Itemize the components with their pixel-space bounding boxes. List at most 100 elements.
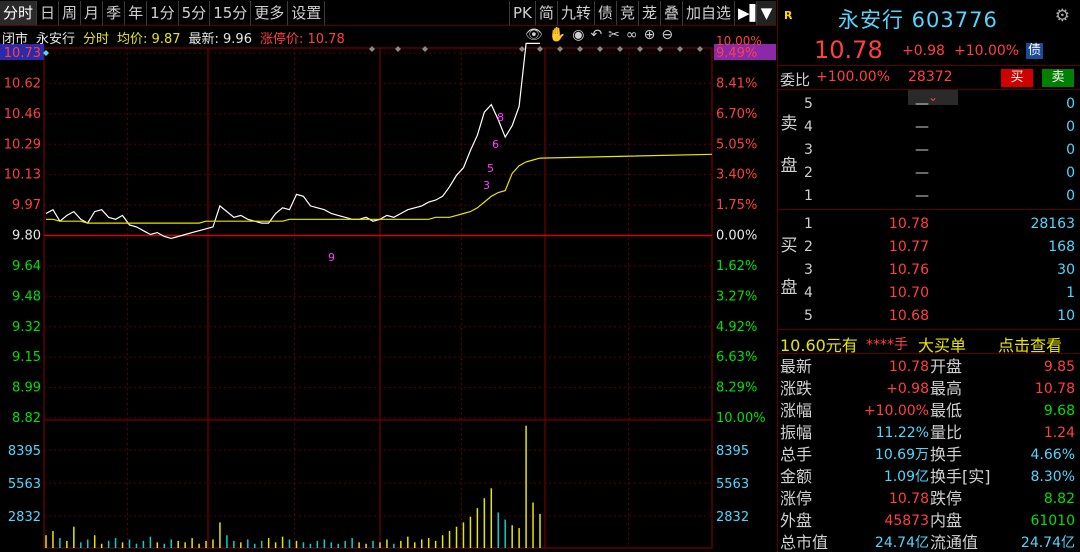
ask-price: —	[915, 119, 929, 135]
signal-marker: 3	[483, 179, 490, 192]
bid-qty: 10	[1057, 308, 1075, 324]
period-tab-0[interactable]: 分时	[0, 0, 38, 25]
pct-tick-label: 9.49%	[716, 46, 757, 61]
period-tab-1[interactable]: 日	[37, 0, 60, 25]
period-tab-3[interactable]: 月	[81, 0, 104, 25]
zoom-out-icon[interactable]: ⊖	[661, 27, 673, 47]
dropdown-icon[interactable]: ▼	[756, 1, 776, 25]
pct-tick-label: 3.40%	[716, 168, 757, 183]
ask-level: 1	[804, 188, 813, 204]
ask-qty: 0	[1066, 96, 1075, 112]
period-tab-5[interactable]: 年	[125, 0, 148, 25]
eye-icon[interactable]: 👁	[525, 27, 543, 47]
toolbar-right-button-5[interactable]: 茏	[637, 1, 660, 25]
bid-row[interactable]: 5 10.68 10	[804, 305, 1079, 328]
toolbar-right-button-2[interactable]: 九转	[556, 1, 594, 25]
ask-level: 3	[804, 142, 813, 158]
stock-title: 永安行 603776	[838, 8, 998, 32]
event-diamond-icon[interactable]	[697, 46, 703, 52]
price-tick-label: 10.73	[4, 46, 41, 61]
stat-value: 4.66%	[1030, 447, 1075, 463]
event-diamond-icon[interactable]	[395, 46, 401, 52]
event-diamond-icon[interactable]	[369, 46, 375, 52]
intraday-chart[interactable]: 10.62 8.41% 10.46 6.70% 10.29 5.05% 10.13 3.40%…	[0, 26, 778, 552]
stat-value: 10.78	[888, 491, 929, 507]
stat-value: 1.09亿	[883, 469, 929, 485]
price-tick-label: 8.82	[12, 411, 41, 426]
play-icon[interactable]: ▶▌	[734, 1, 761, 25]
bid-row[interactable]: 4 10.70 1	[804, 282, 1079, 305]
ask-level: 4	[804, 119, 813, 135]
stat-label: 跌停	[930, 489, 963, 508]
ask-row[interactable]: 1 — 0	[804, 185, 1079, 208]
event-diamond-icon[interactable]	[422, 46, 428, 52]
period-tab-6[interactable]: 1分	[147, 0, 179, 25]
play-circle-icon[interactable]: ◉	[572, 27, 584, 47]
toolbar-right-button-7[interactable]: 加自选	[681, 1, 734, 25]
bid-level: 1	[804, 216, 813, 232]
toolbar-right-button-6[interactable]: 叠	[659, 1, 682, 25]
stat-value: 45873	[884, 513, 929, 529]
period-tab-2[interactable]: 周	[59, 0, 82, 25]
stats-row: 总市值 24.74亿 流通值 24.74亿	[778, 532, 1080, 552]
ask-row[interactable]: 5 — 0	[804, 93, 1079, 116]
scissors-icon[interactable]: ✂	[608, 27, 620, 47]
chart-frame	[43, 47, 713, 549]
period-tab-4[interactable]: 季	[103, 0, 126, 25]
toolbar-right-button-3[interactable]: 债	[593, 1, 616, 25]
stat-label: 振幅	[780, 423, 813, 442]
bid-qty: 28163	[1030, 216, 1075, 232]
bid-row[interactable]: 1 10.78 28163	[804, 213, 1079, 236]
stats-row: 最新 10.78 开盘 9.85	[778, 356, 1080, 378]
period-tab-8[interactable]: 15分	[210, 0, 252, 25]
ask-row[interactable]: 3 — 0	[804, 139, 1079, 162]
app-root: 分时日周月季年 1分 5分 15分 更多 设置 PK 简九转债竞茏叠加自选 ▶▌ ▼ 10.62 8…	[0, 0, 1080, 552]
period-tab-7[interactable]: 5分	[179, 0, 211, 25]
stat-value: 10.69万	[874, 447, 929, 463]
stat-label: 金额	[780, 467, 813, 486]
vol-tick-label: 8395	[8, 444, 41, 459]
event-diamond-icon[interactable]	[677, 46, 683, 52]
toolbar-right-button-4[interactable]: 竞	[615, 1, 638, 25]
ask-row[interactable]: 2 — 0	[804, 162, 1079, 185]
stat-value: 11.22%	[875, 425, 929, 441]
price-change-pct: +10.00%	[954, 43, 1020, 59]
toolbar-right-button-0[interactable]: PK	[509, 1, 535, 25]
undo-icon[interactable]: ↶	[590, 27, 602, 47]
sell-button[interactable]: 卖	[1042, 69, 1074, 87]
big-order-link[interactable]: 点击查看	[998, 332, 1062, 356]
hand-icon[interactable]: ✋	[549, 27, 566, 47]
stats-row: 振幅 11.22% 量比 1.24	[778, 422, 1080, 444]
quote-panel: R 永安行 603776 ⚙ 10.78 +0.98 +10.00% 债 委比 …	[777, 0, 1080, 552]
sell-side-label-2: 盘	[780, 156, 798, 176]
stats-row: 金额 1.09亿 换手[实] 8.30%	[778, 466, 1080, 488]
buy-button[interactable]: 买	[1001, 69, 1033, 87]
ask-row[interactable]: 4 — 0	[804, 116, 1079, 139]
toolbar-right-button-1[interactable]: 简	[534, 1, 557, 25]
current-price: 10.78	[814, 36, 883, 64]
stat-label: 最高	[930, 379, 963, 398]
stat-value: 10.78	[1034, 381, 1075, 397]
bid-qty: 30	[1057, 262, 1075, 278]
bid-price: 10.68	[888, 308, 929, 324]
settings-gear-icon[interactable]: ⚙	[1055, 6, 1070, 26]
bid-level: 5	[804, 308, 813, 324]
toolbar-right: PK 简九转债竞茏叠加自选 ▶▌ ▼	[509, 0, 776, 26]
period-tab-9[interactable]: 更多	[251, 0, 289, 25]
price-tick-label: 10.29	[4, 137, 41, 152]
ask-price: —	[915, 165, 929, 181]
link-icon[interactable]: ∞	[626, 27, 638, 47]
stock-name: 永安行	[36, 31, 76, 47]
big-order-row[interactable]: 10.60元有 ****手 大买单 点击查看	[778, 330, 1080, 356]
chart-tools: 👁 ✋ ◉ ↶ ✂ ∞ ⊕ ⊖	[525, 27, 673, 47]
period-tab-10[interactable]: 设置	[288, 0, 326, 25]
stat-label: 总市值	[780, 533, 829, 552]
bond-badge[interactable]: 债	[1026, 43, 1044, 59]
pct-tick-label: 8.41%	[716, 76, 757, 91]
stat-value: 1.24	[1043, 425, 1075, 441]
big-order-qty: ****手	[866, 337, 908, 353]
bid-row[interactable]: 2 10.77 168	[804, 236, 1079, 259]
bid-row[interactable]: 3 10.76 30	[804, 259, 1079, 282]
zoom-in-icon[interactable]: ⊕	[644, 27, 656, 47]
stat-value: 8.30%	[1030, 469, 1075, 485]
